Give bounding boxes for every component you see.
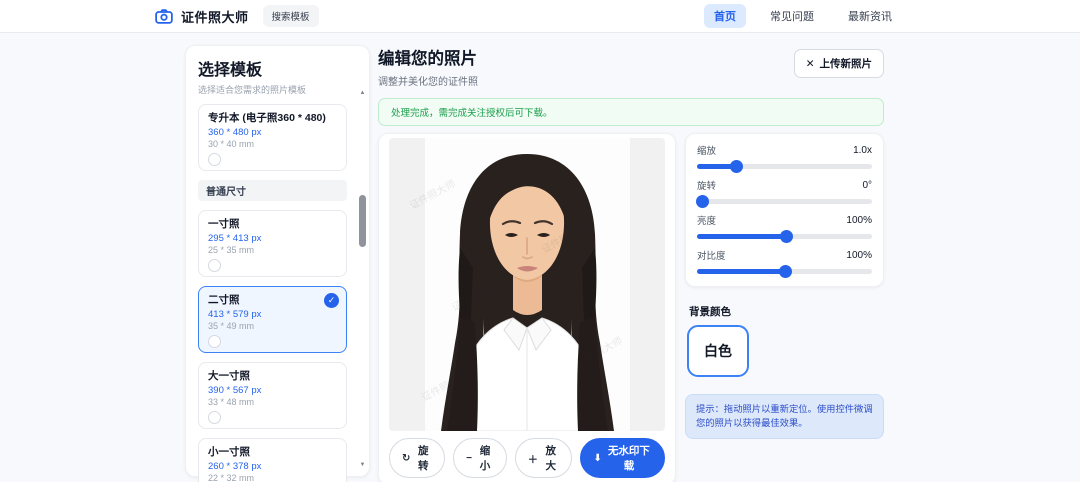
portrait-photo [424, 138, 630, 431]
zoom-out-label: 缩小 [479, 445, 491, 472]
radio-circle[interactable] [208, 335, 221, 348]
template-name: 大一寸照 [208, 370, 250, 382]
photo-canvas[interactable]: 证件照大师 证件照大师 证件照大师 证件照大师 证件照大师 [389, 138, 665, 431]
template-px: 413 * 579 px [208, 309, 262, 320]
template-list: 专升本 (电子照360 * 480) 360 * 480 px 30 * 40 … [198, 104, 357, 482]
zoom-in-button[interactable]: ＋ 放大 [514, 438, 573, 478]
brightness-slider[interactable] [697, 230, 872, 243]
section-header-normal-sizes: 普通尺寸 [198, 180, 347, 201]
template-mm: 25 * 35 mm [208, 245, 255, 255]
app-header: 证件照大师 搜索模板 首页 常见问题 最新资讯 [0, 0, 1080, 33]
template-name: 专升本 (电子照360 * 480) [208, 112, 326, 124]
download-icon: ⬇ [593, 452, 602, 464]
tip-text: 提示：拖动照片以重新定位。使用控件微调您的照片以获得最佳效果。 [685, 394, 884, 439]
sidebar-subtitle: 选择适合您需求的照片模板 [198, 85, 307, 95]
nav-item-home[interactable]: 首页 [704, 4, 746, 28]
minus-icon: − [466, 452, 472, 464]
sidebar-title: 选择模板 [198, 62, 263, 79]
photo-card: 证件照大师 证件照大师 证件照大师 证件照大师 证件照大师 ↻ 旋转 − 缩小 [378, 133, 676, 482]
app-title: 证件照大师 [181, 9, 249, 25]
template-mm: 35 * 49 mm [208, 321, 255, 331]
zoom-out-button[interactable]: − 缩小 [453, 438, 507, 478]
brightness-slider-row: 亮度 100% [697, 213, 872, 243]
template-name: 小一寸照 [208, 446, 250, 458]
scrollbar-thumb[interactable] [359, 195, 366, 247]
editor-header: 编辑您的照片 调整并美化您的证件照 ✕ 上传新照片 [378, 45, 884, 88]
close-icon: ✕ [805, 57, 815, 70]
template-name: 二寸照 [208, 294, 240, 306]
plus-icon: ＋ [527, 454, 538, 466]
page-title: 编辑您的照片 [378, 50, 477, 68]
search-templates-button[interactable]: 搜索模板 [262, 5, 319, 27]
brightness-slider-label: 亮度 [697, 216, 717, 227]
rotate-slider[interactable] [696, 195, 872, 208]
zoom-slider-label: 缩放 [697, 146, 717, 157]
adjustment-panel: 缩放 1.0x 旋转 0° 亮度 100% 对比度 100% 背景颜色 白色 提… [685, 133, 884, 439]
rotate-icon: ↻ [402, 452, 411, 464]
template-px: 360 * 480 px [208, 127, 262, 138]
background-color-label: 背景颜色 [689, 306, 731, 318]
template-mm: 22 * 32 mm [208, 473, 255, 482]
scroll-down-icon[interactable]: ▼ [358, 462, 367, 468]
zoom-slider[interactable] [697, 160, 872, 173]
rotate-slider-value: 0° [862, 179, 872, 191]
template-sidebar: 选择模板 选择适合您需求的照片模板 专升本 (电子照360 * 480) 360… [185, 45, 370, 482]
editor-main: 编辑您的照片 调整并美化您的证件照 ✕ 上传新照片 处理完成，需完成关注授权后可… [378, 45, 884, 482]
zoom-slider-row: 缩放 1.0x [697, 143, 872, 173]
template-px: 260 * 378 px [208, 461, 262, 472]
status-banner: 处理完成，需完成关注授权后可下载。 [378, 98, 884, 126]
radio-circle[interactable] [208, 153, 221, 166]
download-no-watermark-button[interactable]: ⬇ 无水印下载 [580, 438, 665, 478]
slider-thumb[interactable] [729, 160, 743, 173]
radio-circle[interactable] [208, 411, 221, 424]
template-mm: 30 * 40 mm [208, 139, 255, 149]
slider-thumb[interactable] [778, 265, 792, 278]
slider-thumb[interactable] [780, 230, 794, 243]
template-item-large-1inch[interactable]: 大一寸照 390 * 567 px 33 * 48 mm [198, 362, 347, 429]
page: 证件照大师 搜索模板 首页 常见问题 最新资讯 选择模板 选择适合您需求的照片模… [0, 0, 1080, 482]
slider-thumb[interactable] [696, 195, 710, 208]
template-px: 295 * 413 px [208, 233, 262, 244]
editor-row: 证件照大师 证件照大师 证件照大师 证件照大师 证件照大师 ↻ 旋转 − 缩小 [378, 133, 884, 482]
check-icon: ✓ [324, 293, 339, 308]
template-list-scrollbar[interactable]: ▲ ▼ [358, 90, 367, 468]
radio-circle[interactable] [208, 259, 221, 272]
sliders-card: 缩放 1.0x 旋转 0° 亮度 100% 对比度 100% [685, 133, 884, 287]
rotate-label: 旋转 [418, 445, 429, 472]
top-nav: 首页 常见问题 最新资讯 [704, 4, 902, 28]
nav-item-faq[interactable]: 常见问题 [760, 4, 824, 28]
template-item-1inch[interactable]: 一寸照 295 * 413 px 25 * 35 mm [198, 210, 347, 277]
template-item-small-1inch[interactable]: 小一寸照 260 * 378 px 22 * 32 mm [198, 438, 347, 482]
upload-new-photo-label: 上传新照片 [819, 58, 873, 70]
upload-new-photo-button[interactable]: ✕ 上传新照片 [793, 49, 884, 78]
camera-icon [155, 8, 173, 24]
rotate-button[interactable]: ↻ 旋转 [389, 438, 446, 478]
contrast-slider-row: 对比度 100% [697, 248, 872, 278]
template-px: 390 * 567 px [208, 385, 262, 396]
template-item-2inch-selected[interactable]: ✓ 二寸照 413 * 579 px 35 * 49 mm [198, 286, 347, 353]
rotate-slider-label: 旋转 [697, 181, 717, 192]
contrast-slider[interactable] [697, 265, 872, 278]
template-mm: 33 * 48 mm [208, 397, 255, 407]
template-item-zhuanshengben[interactable]: 专升本 (电子照360 * 480) 360 * 480 px 30 * 40 … [198, 104, 347, 171]
photo-actions: ↻ 旋转 − 缩小 ＋ 放大 ⬇ 无水印下载 [389, 438, 665, 478]
scroll-up-icon[interactable]: ▲ [358, 90, 367, 96]
nav-item-news[interactable]: 最新资讯 [838, 4, 902, 28]
page-subtitle: 调整并美化您的证件照 [378, 77, 478, 88]
rotate-slider-row: 旋转 0° [696, 178, 872, 208]
contrast-slider-label: 对比度 [697, 251, 726, 262]
brightness-slider-value: 100% [846, 214, 872, 226]
zoom-in-label: 放大 [545, 445, 556, 472]
editor-titles: 编辑您的照片 调整并美化您的证件照 [378, 45, 478, 88]
header-left: 证件照大师 搜索模板 [155, 5, 319, 27]
download-label: 无水印下载 [607, 445, 650, 472]
template-name: 一寸照 [208, 218, 240, 230]
contrast-slider-value: 100% [846, 249, 872, 261]
zoom-slider-value: 1.0x [853, 144, 872, 156]
background-color-white-swatch[interactable]: 白色 [687, 325, 749, 377]
